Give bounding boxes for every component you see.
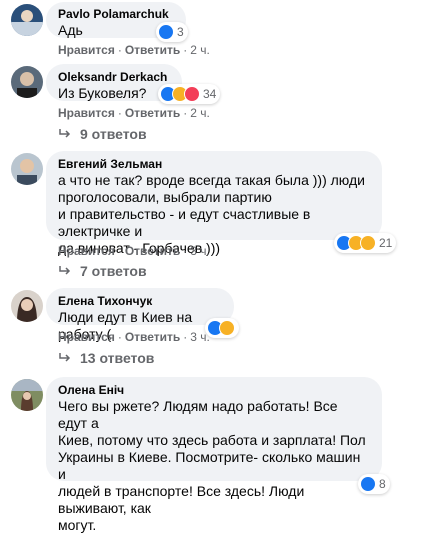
reply-link[interactable]: Ответить bbox=[125, 43, 180, 57]
comment-author[interactable]: Елена Тихончук bbox=[58, 293, 222, 309]
replies-count[interactable]: 13 ответов bbox=[80, 350, 154, 366]
reaction-count: 8 bbox=[379, 477, 386, 491]
comment-time[interactable]: 3 ч. bbox=[190, 244, 210, 258]
comment-time[interactable]: 2 ч. bbox=[190, 106, 210, 120]
comment-time[interactable]: 2 ч. bbox=[190, 43, 210, 57]
like-link[interactable]: Нравится bbox=[58, 106, 115, 120]
like-icon bbox=[158, 24, 174, 40]
avatar[interactable] bbox=[11, 290, 43, 322]
comment-actions: Нравится · Ответить · 2 ч. bbox=[58, 106, 210, 120]
love-icon bbox=[184, 86, 200, 102]
reply-arrow-icon bbox=[59, 266, 71, 275]
sad-icon bbox=[219, 320, 235, 336]
replies-count[interactable]: 9 ответов bbox=[80, 126, 147, 142]
reaction-counter[interactable] bbox=[205, 318, 239, 338]
reply-link[interactable]: Ответить bbox=[125, 106, 180, 120]
avatar[interactable] bbox=[11, 4, 43, 36]
comment-author[interactable]: Oleksandr Derkach bbox=[58, 69, 170, 85]
reply-arrow-icon bbox=[59, 353, 71, 362]
comment-actions: Нравится · Ответить · 3 ч. bbox=[58, 330, 210, 344]
reaction-counter[interactable]: 8 bbox=[358, 474, 390, 494]
like-link[interactable]: Нравится bbox=[58, 43, 115, 57]
comment-author[interactable]: Олена Еніч bbox=[58, 382, 370, 398]
like-link[interactable]: Нравится bbox=[58, 330, 115, 344]
comment-bubble: Олена Еніч Чего вы ржете? Людям надо раб… bbox=[46, 377, 382, 533]
like-icon bbox=[360, 476, 376, 492]
comment-bubble: Евгений Зельман а что не так? вроде всег… bbox=[46, 151, 382, 256]
avatar[interactable] bbox=[11, 379, 43, 411]
reaction-counter[interactable]: 3 bbox=[156, 22, 188, 42]
comment-text: Чего вы ржете? Людям надо работать! Все … bbox=[58, 398, 366, 533]
reaction-count: 21 bbox=[379, 236, 393, 250]
reaction-count: 34 bbox=[203, 87, 217, 101]
comment-author[interactable]: Евгений Зельман bbox=[58, 156, 370, 172]
reaction-counter[interactable]: 34 bbox=[158, 84, 221, 104]
reaction-count: 3 bbox=[177, 25, 184, 39]
comment-text: Из Буковеля? bbox=[58, 85, 147, 101]
like-link[interactable]: Нравится bbox=[58, 244, 115, 258]
view-replies-link[interactable]: 13 ответов bbox=[58, 350, 154, 366]
reply-link[interactable]: Ответить bbox=[125, 244, 180, 258]
replies-count[interactable]: 7 ответов bbox=[80, 263, 147, 279]
reply-arrow-icon bbox=[59, 129, 71, 138]
view-replies-link[interactable]: 9 ответов bbox=[58, 126, 147, 142]
avatar[interactable] bbox=[11, 66, 43, 98]
reaction-counter[interactable]: 21 bbox=[334, 233, 397, 253]
view-replies-link[interactable]: 7 ответов bbox=[58, 263, 147, 279]
comment-actions: Нравится · Ответить · 3 ч. bbox=[58, 244, 210, 258]
comment-author[interactable]: Pavlo Polamarchuk bbox=[58, 6, 174, 22]
comment-time[interactable]: 3 ч. bbox=[190, 330, 210, 344]
comment-bubble: Елена Тихончук Люди едут в Киев на работ… bbox=[46, 288, 234, 342]
sad-icon bbox=[360, 235, 376, 251]
reply-link[interactable]: Ответить bbox=[125, 330, 180, 344]
avatar[interactable] bbox=[11, 153, 43, 185]
comment-actions: Нравится · Ответить · 2 ч. bbox=[58, 43, 210, 57]
